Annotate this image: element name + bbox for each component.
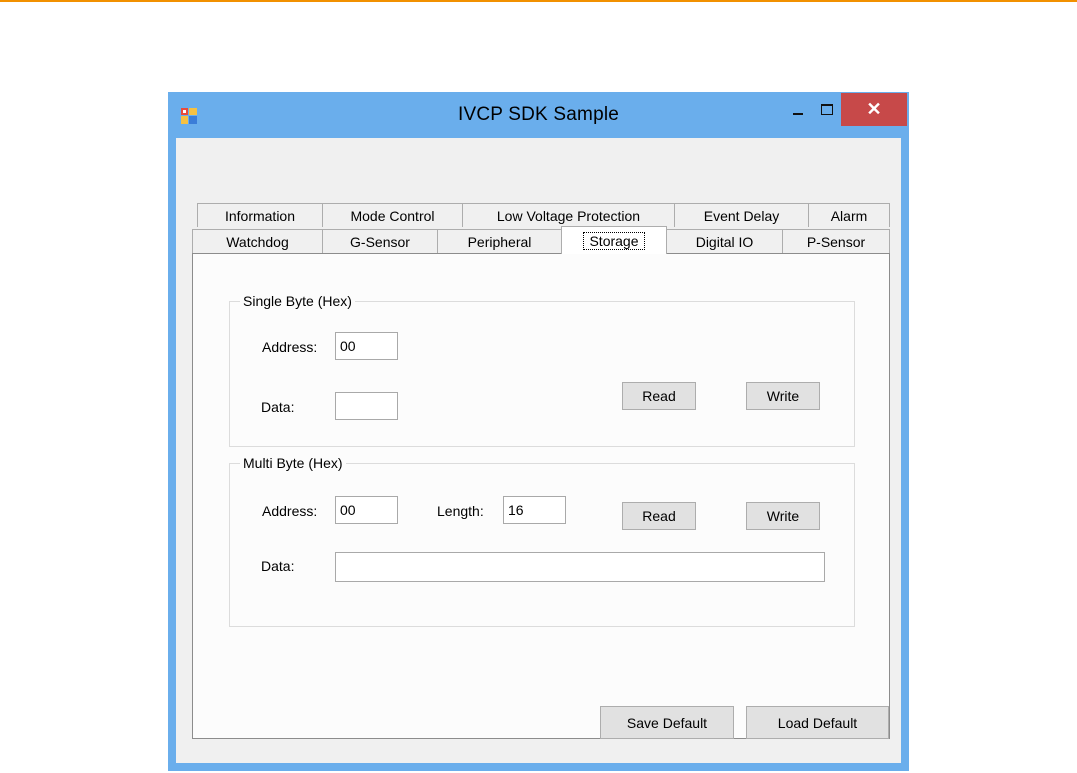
top-accent-rule <box>0 0 1077 2</box>
multi-byte-group: Multi Byte (Hex) Address: Length: Read W… <box>229 455 855 627</box>
multi-read-button[interactable]: Read <box>622 502 696 530</box>
minimize-icon <box>793 112 803 115</box>
maximize-button[interactable] <box>813 93 841 126</box>
client-area: Information Mode Control Low Voltage Pro… <box>176 138 901 763</box>
multi-data-input[interactable] <box>335 552 825 582</box>
tab-label: Storage <box>583 231 645 250</box>
load-default-button[interactable]: Load Default <box>746 706 889 739</box>
single-write-button[interactable]: Write <box>746 382 820 410</box>
single-byte-group: Single Byte (Hex) Address: Data: Read Wr… <box>229 293 855 447</box>
tab-g-sensor[interactable]: G-Sensor <box>322 229 438 253</box>
tab-label: G-Sensor <box>350 233 410 250</box>
tab-label: Alarm <box>830 207 868 224</box>
single-data-label: Data: <box>261 399 295 415</box>
multi-address-input[interactable] <box>335 496 398 524</box>
storage-tab-page: Single Byte (Hex) Address: Data: Read Wr… <box>192 253 890 739</box>
tab-label: Watchdog <box>226 233 289 250</box>
tab-p-sensor[interactable]: P-Sensor <box>782 229 890 253</box>
multi-length-label: Length: <box>437 503 484 519</box>
tab-event-delay[interactable]: Event Delay <box>674 203 809 227</box>
tab-label: Event Delay <box>703 207 780 224</box>
single-data-input[interactable] <box>335 392 398 420</box>
tab-label: P-Sensor <box>806 233 866 250</box>
tab-label: Low Voltage Protection <box>496 207 641 224</box>
tab-storage[interactable]: Storage <box>561 226 667 254</box>
multi-address-label: Address: <box>262 503 318 519</box>
title-bar[interactable]: IVCP SDK Sample ✕ <box>168 92 909 138</box>
tab-label: Mode Control <box>350 207 435 224</box>
single-address-label: Address: <box>262 339 318 355</box>
tab-information[interactable]: Information <box>197 203 323 227</box>
single-address-input[interactable] <box>335 332 398 360</box>
single-read-button[interactable]: Read <box>622 382 696 410</box>
maximize-icon <box>821 104 833 115</box>
tab-peripheral[interactable]: Peripheral <box>437 229 562 253</box>
tab-label: Digital IO <box>695 233 754 250</box>
single-byte-caption: Single Byte (Hex) <box>240 293 355 309</box>
multi-write-button[interactable]: Write <box>746 502 820 530</box>
save-default-button[interactable]: Save Default <box>600 706 734 739</box>
close-button[interactable]: ✕ <box>841 93 907 126</box>
tab-watchdog[interactable]: Watchdog <box>192 229 323 253</box>
multi-data-label: Data: <box>261 558 295 574</box>
minimize-button[interactable] <box>783 93 813 126</box>
tab-label: Information <box>224 207 296 224</box>
tab-mode-control[interactable]: Mode Control <box>322 203 463 227</box>
app-window: IVCP SDK Sample ✕ Information Mode Contr… <box>168 92 909 771</box>
tab-low-voltage-protection[interactable]: Low Voltage Protection <box>462 203 675 227</box>
multi-length-input[interactable] <box>503 496 566 524</box>
multi-byte-caption: Multi Byte (Hex) <box>240 455 346 471</box>
tab-label: Peripheral <box>467 233 532 250</box>
tab-digital-io[interactable]: Digital IO <box>666 229 783 253</box>
tab-alarm[interactable]: Alarm <box>808 203 890 227</box>
